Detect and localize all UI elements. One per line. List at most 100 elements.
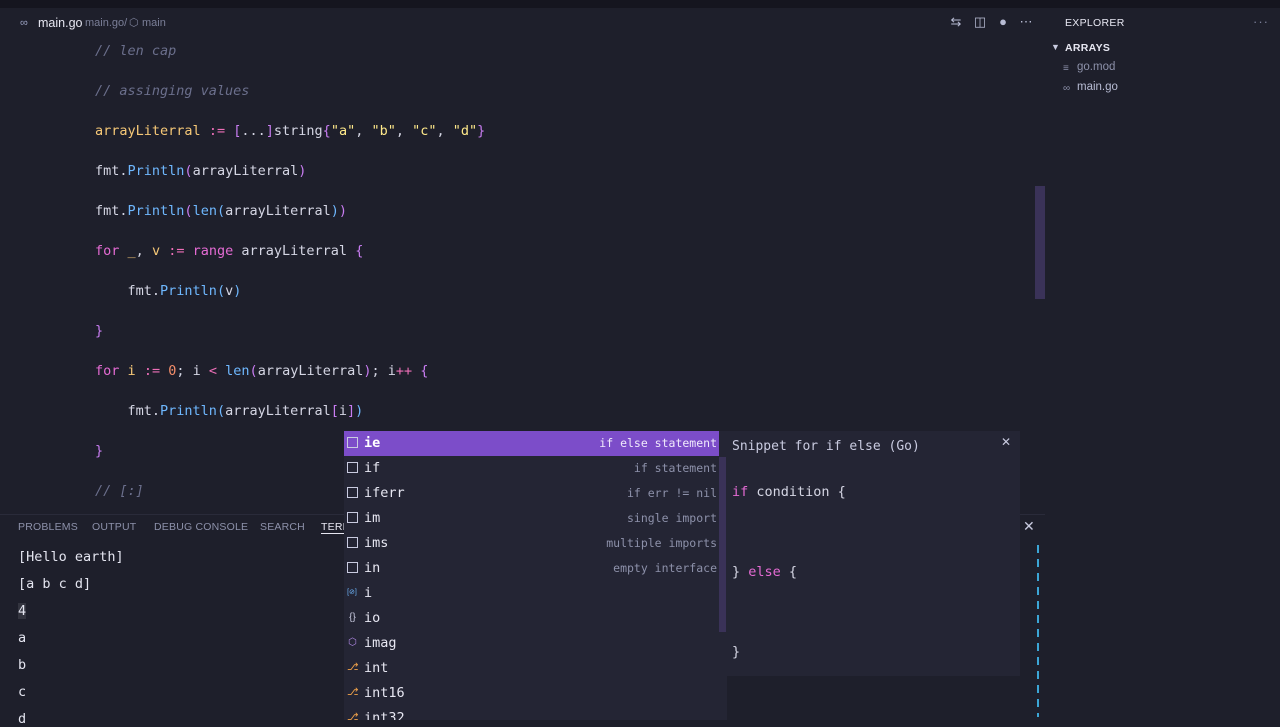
code-token: , (395, 123, 413, 139)
code-token: Println (160, 283, 217, 299)
autocomplete-label: int16 (364, 685, 405, 701)
code-token: ] (347, 403, 356, 419)
code-line[interactable]: fmt.Println(arrayLiterral) (95, 163, 306, 179)
snippet-icon (347, 512, 358, 523)
code-token: ; i (176, 363, 209, 379)
autocomplete-item[interactable]: if if statement (344, 456, 719, 481)
close-icon[interactable]: ✕ (1001, 435, 1011, 449)
code-token: ( (216, 403, 226, 419)
snippet-title: Snippet for if else (Go) (732, 439, 920, 454)
explorer-sidebar: EXPLORER ··· ▼ ARRAYS ≡ go.mod ∞ main.go (1045, 8, 1280, 720)
autocomplete-label: in (364, 560, 381, 576)
code-line[interactable]: arrayLiterral := [...]string{"a", "b", "… (95, 123, 485, 139)
code-token: ... (241, 123, 266, 139)
code-line[interactable]: fmt.Println(arrayLiterral[i]) (95, 403, 364, 419)
tab-problems[interactable]: PROBLEMS (18, 521, 78, 533)
file-lines-icon: ≡ (1063, 63, 1069, 74)
tab-debug-console[interactable]: DEBUG CONSOLE (154, 521, 248, 533)
code-token: { (837, 484, 846, 500)
autocomplete-item[interactable]: iferr if err != nil (344, 481, 719, 506)
snippet-code-line: if condition { (732, 484, 846, 500)
split-editor-icon[interactable]: ◫ (972, 14, 988, 30)
class-icon: ⎇ (347, 662, 359, 673)
autocomplete-item[interactable]: in empty interface (344, 556, 719, 581)
autocomplete-item[interactable]: [⊘] i (344, 581, 719, 606)
folder-arrays[interactable]: ARRAYS (1065, 42, 1110, 54)
code-token: ( (184, 203, 193, 219)
code-line[interactable]: // assinging values (95, 83, 249, 99)
code-token: "a" (330, 123, 356, 139)
editor-tab-title[interactable]: main.go (38, 16, 82, 30)
autocomplete-item[interactable]: im single import (344, 506, 719, 531)
close-icon[interactable]: ✕ (1023, 518, 1035, 535)
autocomplete-item[interactable]: ⎇ int16 (344, 681, 719, 706)
compare-changes-icon[interactable]: ⇆ (948, 14, 964, 30)
method-icon: ⬡ (348, 637, 357, 648)
code-token: arrayLiterral (233, 243, 356, 259)
code-token: ( (249, 363, 258, 379)
code-line[interactable]: // [:] (95, 483, 144, 499)
unsaved-dot-icon[interactable]: ● (995, 14, 1011, 30)
code-token: Println (127, 163, 185, 179)
variable-icon: [⊘] (347, 589, 357, 596)
autocomplete-detail: if else statement (599, 436, 717, 450)
autocomplete-item[interactable]: ⬡ imag (344, 631, 719, 656)
tab-output[interactable]: OUTPUT (92, 521, 136, 533)
snippet-icon (347, 437, 358, 448)
terminal-scrollbar[interactable] (1037, 545, 1039, 717)
autocomplete-item[interactable]: ⎇ int32 (344, 706, 719, 720)
tab-search[interactable]: SEARCH (260, 521, 305, 533)
terminal-line: [Hello earth] (18, 549, 124, 565)
more-actions-icon[interactable]: ⋯ (1018, 14, 1034, 30)
code-token: , (355, 123, 372, 139)
autocomplete-item[interactable]: ims multiple imports (344, 531, 719, 556)
autocomplete-label: io (364, 610, 381, 626)
code-token: := (143, 363, 161, 379)
autocomplete-item[interactable]: {} io (344, 606, 719, 631)
editor-scrollbar[interactable] (1035, 186, 1045, 299)
code-token: "b" (371, 123, 396, 139)
code-line[interactable]: fmt.Println(len(arrayLiterral)) (95, 203, 347, 219)
code-line[interactable]: // len cap (95, 43, 176, 59)
autocomplete-label: i (364, 585, 373, 601)
file-go-mod[interactable]: go.mod (1077, 61, 1115, 73)
go-file-icon: ∞ (20, 17, 28, 29)
class-icon: ⎇ (347, 687, 359, 698)
autocomplete-item[interactable]: ie if else statement (344, 431, 719, 456)
autocomplete-detail: empty interface (613, 561, 717, 575)
autocomplete-item[interactable]: ⎇ int (344, 656, 719, 681)
code-token: else (748, 564, 781, 580)
code-line[interactable]: for _, v := range arrayLiterral { (95, 243, 363, 259)
autocomplete-label: im (364, 510, 381, 526)
autocomplete-list[interactable]: ie if else statement if if statement iferr if… (344, 431, 727, 720)
code-token: } (732, 564, 749, 580)
code-token: < (208, 363, 218, 379)
code-token: // len cap (95, 43, 177, 59)
code-token: ] (265, 123, 274, 139)
more-actions-icon[interactable]: ··· (1253, 14, 1269, 29)
autocomplete-detail: if statement (633, 461, 717, 475)
code-token: arrayLiterral (95, 123, 201, 139)
file-main-go[interactable]: main.go (1077, 81, 1118, 93)
code-line[interactable]: for i := 0; i < len(arrayLiterral); i++ … (95, 363, 428, 379)
chevron-down-icon[interactable]: ▼ (1051, 42, 1060, 52)
code-line[interactable]: } (95, 323, 103, 339)
snippet-icon (347, 487, 358, 498)
code-line[interactable]: fmt.Println(v) (95, 283, 242, 299)
code-token: ) (338, 203, 348, 219)
breadcrumb-path[interactable]: main.go/ (85, 17, 127, 29)
autocomplete-label: int32 (364, 710, 405, 720)
code-token: ) (363, 363, 372, 379)
code-token: ) (233, 283, 242, 299)
code-token: "d" (452, 123, 478, 139)
code-line[interactable]: } (95, 443, 103, 459)
breadcrumb-symbol[interactable]: main (142, 17, 166, 29)
autocomplete-scrollbar[interactable] (719, 457, 726, 632)
code-token: fmt. (95, 283, 161, 299)
code-token: // [:] (95, 483, 144, 499)
code-token: arrayLiterral (257, 363, 364, 379)
autocomplete-label: if (364, 460, 381, 476)
